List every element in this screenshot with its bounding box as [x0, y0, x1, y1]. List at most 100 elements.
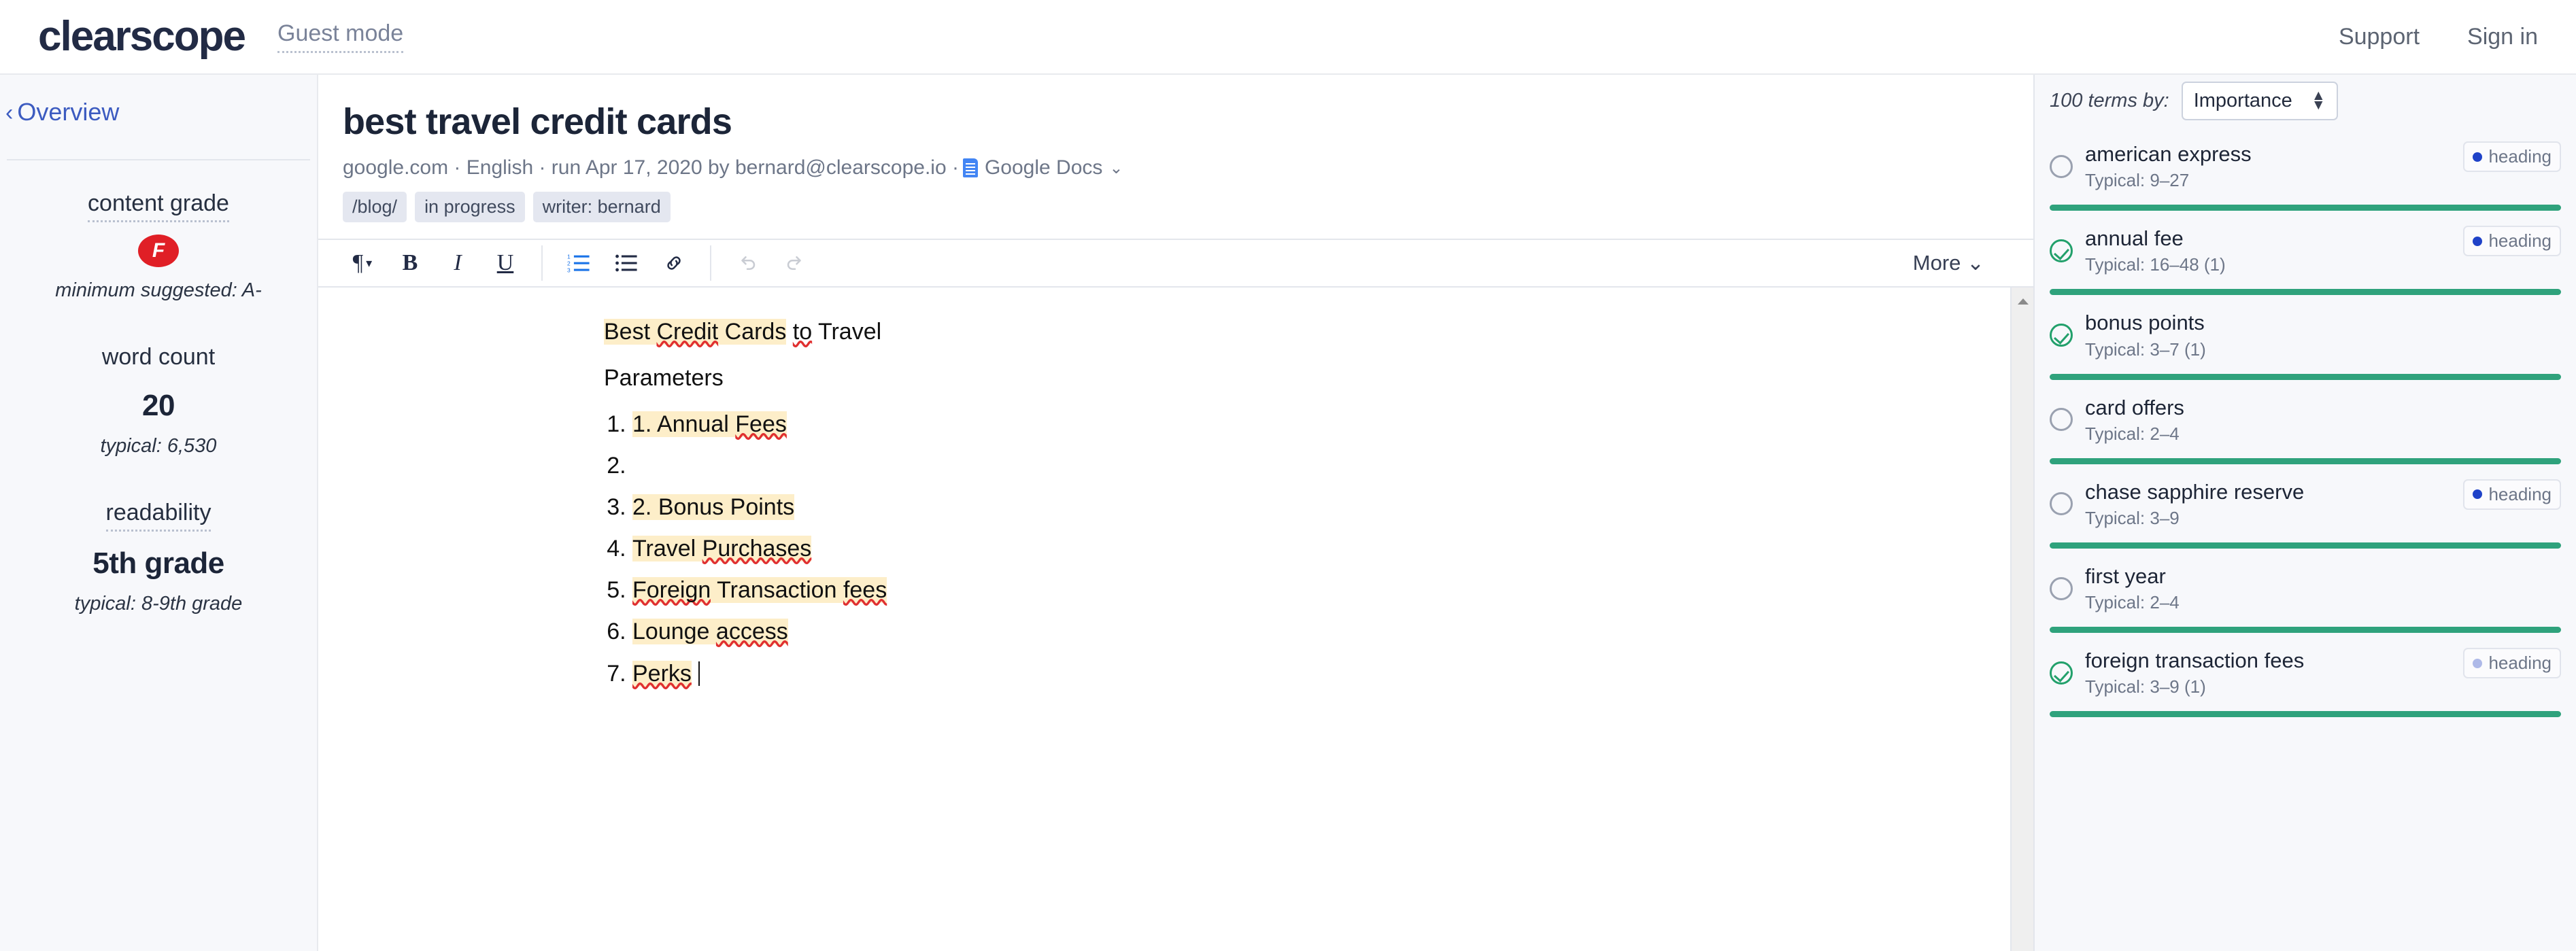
badge-dot-icon — [2473, 236, 2483, 246]
svg-text:3: 3 — [567, 266, 571, 273]
sign-in-link[interactable]: Sign in — [2467, 24, 2538, 50]
editor-heading-line[interactable]: Best Credit Cards to Travel — [604, 319, 2010, 345]
editor-paragraph[interactable]: Parameters — [604, 366, 2010, 390]
paragraph-icon: ¶ — [352, 250, 364, 275]
content-grade-badge: F — [138, 235, 179, 267]
term-row[interactable]: first year Typical: 2–4 — [2035, 549, 2576, 634]
term-heading-badge: heading — [2463, 141, 2561, 172]
editor-text-run: Bonus Points — [658, 494, 795, 520]
editor-list-item[interactable]: 2. Bonus Points — [632, 494, 2010, 520]
term-progress-bar — [2050, 289, 2561, 296]
tag-chip[interactable]: in progress — [415, 192, 525, 222]
term-heading-badge: heading — [2463, 648, 2561, 679]
document-tags: /blog/ in progress writer: bernard — [343, 192, 2009, 222]
top-navigation-bar: clearscope Guest mode Support Sign in — [0, 0, 2576, 75]
chevron-down-icon[interactable]: ⌄ — [1109, 158, 1123, 178]
term-progress-bar — [2050, 457, 2561, 464]
editor-text-run: Lounge — [632, 619, 716, 644]
term-typical-range: Typical: 9–27 — [2085, 170, 2190, 191]
term-text-block: bonus points Typical: 3–7 (1) — [2085, 310, 2561, 360]
term-typical-range: Typical: 3–7 (1) — [2085, 339, 2206, 360]
editor-ordered-list[interactable]: 1. Annual Fees 2. Bonus Points Travel Pu… — [604, 411, 2010, 687]
term-row[interactable]: bonus points Typical: 3–7 (1) — [2035, 295, 2576, 380]
term-row[interactable]: foreign transaction fees Typical: 3–9 (1)… — [2035, 633, 2576, 718]
terms-panel: 100 terms by: Importance ▲ ▼ american exp… — [2033, 75, 2576, 951]
term-unchecked-icon[interactable] — [2050, 576, 2073, 600]
italic-button[interactable]: I — [434, 243, 481, 283]
readability-typical: typical: 8-9th grade — [74, 593, 243, 615]
term-progress-bar — [2050, 542, 2561, 549]
guest-mode-label[interactable]: Guest mode — [277, 20, 404, 53]
updown-caret-icon: ▲ ▼ — [2311, 87, 2326, 113]
editor-list-item[interactable]: 1. Annual Fees — [632, 411, 2010, 437]
bold-button[interactable]: B — [386, 243, 434, 283]
redo-button[interactable] — [771, 243, 819, 283]
editor-text-run: to — [792, 319, 813, 345]
term-progress-bar — [2050, 205, 2561, 211]
term-row[interactable]: chase sapphire reserve Typical: 3–9 headin… — [2035, 464, 2576, 549]
term-typical-range: Typical: 2–4 — [2085, 592, 2180, 613]
tag-chip[interactable]: writer: bernard — [532, 192, 671, 222]
underline-button[interactable]: U — [481, 243, 529, 283]
center-column: best travel credit cards google.com · En… — [318, 75, 2033, 951]
term-unchecked-icon[interactable] — [2050, 408, 2073, 432]
editor-list-item[interactable]: Lounge access — [632, 619, 2010, 644]
term-unchecked-icon[interactable] — [2050, 492, 2073, 516]
more-options-button[interactable]: More ⌄ — [1913, 251, 2013, 275]
terms-sort-value: Importance — [2193, 89, 2292, 111]
term-text-block: annual fee Typical: 16–48 (1) — [2085, 226, 2451, 275]
tag-chip[interactable]: /blog/ — [343, 192, 407, 222]
content-grade-label[interactable]: content grade — [88, 190, 229, 222]
term-name: first year — [2085, 564, 2166, 588]
term-row-main: first year Typical: 2–4 — [2050, 564, 2561, 613]
term-checked-icon[interactable] — [2050, 323, 2073, 347]
readability-label[interactable]: readability — [105, 500, 211, 532]
term-unchecked-icon[interactable] — [2050, 154, 2073, 178]
term-typical-range: Typical: 3–9 — [2085, 507, 2180, 528]
bullet-list-button[interactable] — [603, 243, 650, 283]
term-heading-badge-label: heading — [2488, 230, 2552, 252]
redo-icon — [787, 256, 801, 270]
term-row[interactable]: american express Typical: 9–27 heading — [2035, 126, 2576, 211]
back-to-overview-link[interactable]: ‹ Overview — [0, 98, 317, 126]
term-row[interactable]: card offers Typical: 2–4 — [2035, 380, 2576, 464]
term-row-main: american express Typical: 9–27 heading — [2050, 141, 2561, 191]
term-text-block: card offers Typical: 2–4 — [2085, 395, 2561, 445]
badge-dot-icon — [2473, 152, 2483, 162]
term-row[interactable]: annual fee Typical: 16–48 (1) heading — [2035, 211, 2576, 296]
undo-button[interactable] — [724, 243, 771, 283]
editor-list-item[interactable]: Travel Purchases — [632, 536, 2010, 561]
page-title: best travel credit cards — [343, 101, 732, 142]
editor-scrollbar[interactable] — [2010, 288, 2033, 951]
editor-text-run: Credit — [656, 319, 719, 345]
editor-text-run: 2. — [632, 494, 658, 520]
paragraph-style-button[interactable]: ¶ ▾ — [339, 243, 386, 283]
editor-list-item[interactable] — [632, 454, 2010, 477]
back-to-overview-label: Overview — [17, 98, 120, 126]
top-nav-right-links: Support Sign in — [2339, 24, 2538, 50]
term-name: foreign transaction fees — [2085, 649, 2305, 673]
chevron-left-icon: ‹ — [5, 100, 14, 126]
term-checked-icon[interactable] — [2050, 239, 2073, 262]
italic-icon: I — [454, 250, 462, 275]
editor-list-item[interactable]: Foreign Transaction fees — [632, 577, 2010, 603]
editor-list-item[interactable]: Perks — [632, 661, 2010, 687]
bold-icon: B — [402, 250, 418, 275]
link-button[interactable] — [650, 243, 698, 283]
badge-dot-icon — [2473, 489, 2483, 500]
terms-count-label: 100 terms by: — [2050, 89, 2169, 111]
ordered-list-button[interactable]: 1 2 3 — [555, 243, 603, 283]
term-text-block: american express Typical: 9–27 — [2085, 141, 2451, 191]
term-name: annual fee — [2085, 226, 2184, 251]
app-shell: ‹ Overview content grade F minimum sugges… — [0, 75, 2576, 951]
term-row-main: bonus points Typical: 3–7 (1) — [2050, 310, 2561, 360]
terms-sort-select[interactable]: Importance ▲ ▼ — [2181, 81, 2338, 120]
support-link[interactable]: Support — [2339, 24, 2420, 50]
term-row-main: card offers Typical: 2–4 — [2050, 395, 2561, 445]
word-count-metric: word count 20 typical: 6,530 — [0, 344, 317, 457]
google-docs-label[interactable]: Google Docs — [985, 156, 1102, 179]
link-icon — [667, 256, 681, 270]
document-editor[interactable]: Best Credit Cards to Travel Parameters 1… — [318, 288, 2010, 951]
term-checked-icon[interactable] — [2050, 661, 2073, 685]
clearscope-logo[interactable]: clearscope — [38, 16, 246, 58]
